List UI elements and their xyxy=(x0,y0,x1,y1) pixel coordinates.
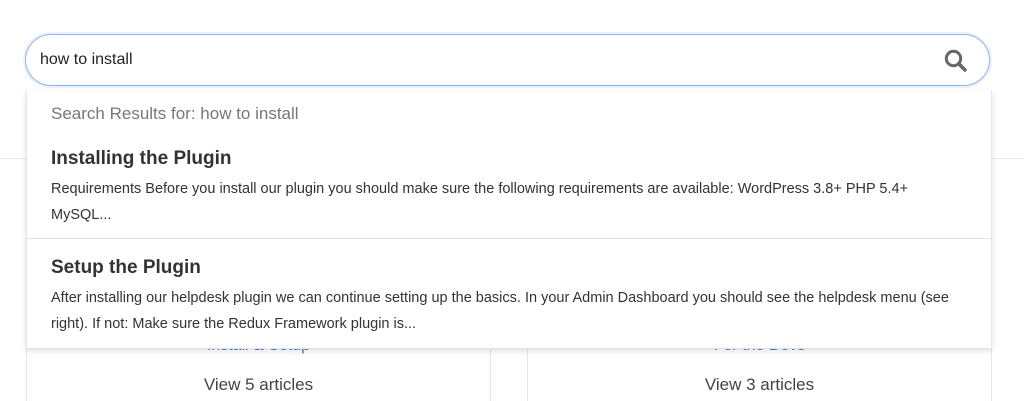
search-result-item[interactable]: Installing the Plugin Requirements Befor… xyxy=(27,140,991,239)
category-count-devs[interactable]: View 3 articles xyxy=(528,375,991,395)
search-bar xyxy=(25,34,990,86)
divider-line-right xyxy=(992,158,1024,159)
result-excerpt: Requirements Before you install our plug… xyxy=(51,181,909,223)
result-title[interactable]: Installing the Plugin xyxy=(51,147,967,171)
category-count-install[interactable]: View 5 articles xyxy=(27,375,490,395)
search-results-dropdown: Search Results for: how to install Insta… xyxy=(26,90,992,349)
result-title[interactable]: Setup the Plugin xyxy=(51,256,967,280)
search-result-item[interactable]: Setup the Plugin After installing our he… xyxy=(27,240,991,349)
search-icon[interactable] xyxy=(943,48,969,74)
search-results-heading: Search Results for: how to install xyxy=(51,104,299,123)
divider-line-left xyxy=(0,158,26,159)
result-excerpt: After installing our helpdesk plugin we … xyxy=(51,290,949,332)
search-input[interactable] xyxy=(40,35,920,84)
